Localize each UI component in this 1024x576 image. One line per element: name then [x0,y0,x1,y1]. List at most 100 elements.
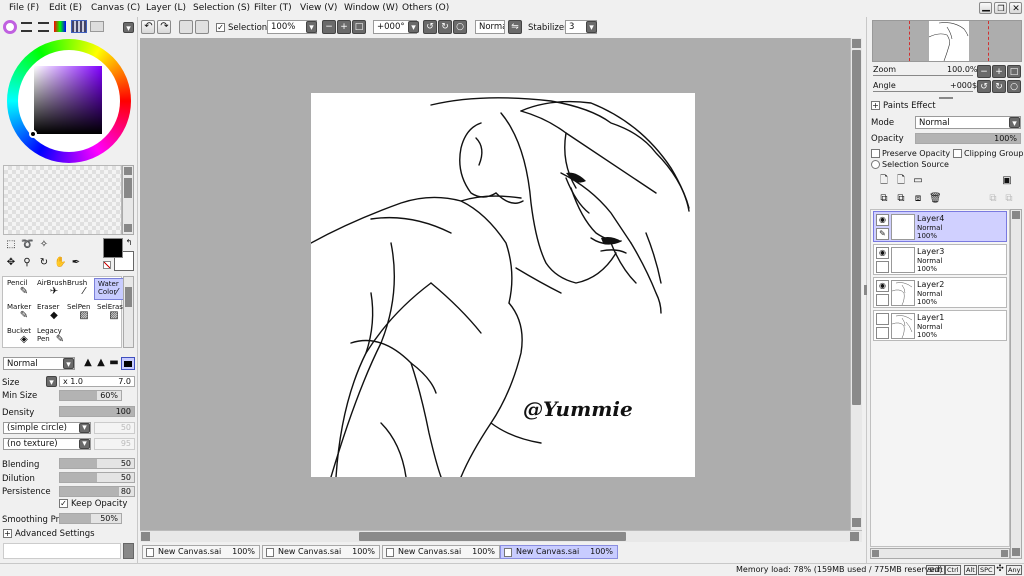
menu-filter[interactable]: Filter (T) [254,3,292,13]
menu-file[interactable]: File (F) [9,3,39,13]
layer-copy-icon[interactable]: ⧉ [895,193,907,205]
layer-opacity-slider[interactable]: 100% [915,133,1021,144]
primary-color-swatch[interactable] [103,238,123,258]
color-mixer-mode-icon[interactable] [54,21,66,32]
brush-shape-strength[interactable]: 50 [94,422,135,434]
flip-view-button[interactable]: ⇋ [508,20,522,34]
blending-slider[interactable]: 50 [59,458,135,469]
tool-grid-scrollbar[interactable] [123,276,134,348]
menu-canvas[interactable]: Canvas (C) [91,3,140,13]
layer-merge-down-icon[interactable]: ⧉ [878,193,890,205]
invert-selection-button[interactable] [195,20,209,34]
rect-select-icon[interactable]: ⬚ [5,239,17,251]
minimize-button[interactable]: ▁ [979,1,992,14]
canvas-hscroll-thumb[interactable] [359,532,626,541]
brush-texture-strength[interactable]: 95 [94,438,135,450]
swatches-mode-icon[interactable] [71,20,87,33]
navigator-rotate-reset-button[interactable]: ○ [1007,80,1021,93]
layer-scroll-up[interactable] [1012,211,1020,219]
edit-lock-pen-icon[interactable]: ✎ [876,228,889,240]
visibility-hidden-icon[interactable] [876,313,889,325]
layer-mode-dropdown[interactable]: ▾ [1009,117,1020,129]
panel-splitter[interactable] [939,97,953,99]
visibility-eye-icon[interactable]: ◉ [876,214,889,226]
navigator-zoom-slider[interactable] [873,75,973,79]
scratchpad-scroll-down[interactable] [124,224,132,232]
scratchpad-scroll-thumb[interactable] [124,178,132,198]
angle-dropdown[interactable]: ▾ [408,21,419,33]
layer-item[interactable]: ◉ Layer3 Normal 100% [873,244,1007,275]
layer-scroll-down[interactable] [1012,548,1020,556]
canvas-scroll-down[interactable] [852,518,861,527]
doc-tab[interactable]: New Canvas.sai 100% [262,545,380,559]
layer-hscroll-right[interactable] [1001,550,1008,557]
tool-water-color[interactable]: Water Color ⁄ [94,278,124,300]
layer-mode-field[interactable]: Normal [915,116,1021,129]
zoom-dropdown[interactable]: ▾ [306,21,317,33]
dilution-slider[interactable]: 50 [59,472,135,483]
rotate-right-button[interactable]: ↻ [438,20,452,34]
min-size-slider[interactable]: 60% [59,390,122,401]
color-scratchpad[interactable] [3,165,122,235]
redo-button[interactable]: ↷ [157,20,171,34]
view-blend-mode-field[interactable]: Normal [475,20,505,34]
size-slider[interactable]: x 1.0 7.0 [59,376,135,387]
magic-wand-icon[interactable]: ✧ [38,239,50,251]
eyedropper-icon[interactable]: ✒ [70,257,82,269]
menu-edit[interactable]: Edit (E) [49,3,82,13]
lasso-icon[interactable]: ➰ [21,239,33,251]
brush-shape-field[interactable]: (simple circle) [3,422,91,434]
zoom-tool-icon[interactable]: ⚲ [21,257,33,269]
advanced-settings-toggle[interactable]: + Advanced Settings [3,529,133,541]
brush-shape-options[interactable]: ▲ ▲ ▬ [80,356,136,371]
brush-size-presets[interactable] [3,543,121,559]
layer-list-scrollbar[interactable] [1010,209,1022,559]
tool-airbrush[interactable]: AirBrush ✈ [34,278,67,300]
layer-item[interactable]: ◉ Layer2 Normal 100% [873,277,1007,308]
selection-source-radio[interactable] [871,160,880,169]
rotate-tool-icon[interactable]: ↻ [38,257,50,269]
saturation-value-square[interactable] [34,66,102,134]
brush-size-presets-scrollbar[interactable] [123,543,134,559]
hand-tool-icon[interactable]: ✋ [54,257,66,269]
brush-shape-dropdown[interactable]: ▾ [79,423,90,433]
deselect-button[interactable] [179,20,193,34]
menu-view[interactable]: View (V) [300,3,337,13]
tool-seleras[interactable]: SelEras ▨ [94,302,124,324]
menu-others[interactable]: Others (O) [402,3,449,13]
size-dropdown[interactable]: ▾ [46,376,57,388]
edit-lock-empty-icon[interactable] [876,327,889,339]
navigator-rotate-right-button[interactable]: ↻ [992,80,1006,93]
tool-bucket[interactable]: Bucket ◈ [4,326,34,348]
shape-flat-icon[interactable] [121,357,135,370]
color-panel-menu-button[interactable]: ▾ [123,22,134,34]
rotate-reset-button[interactable]: ○ [453,20,467,34]
clipping-group-checkbox[interactable] [953,149,962,158]
doc-tab[interactable]: New Canvas.sai 100% [142,545,260,559]
tool-eraser[interactable]: Eraser ◆ [34,302,64,324]
menu-selection[interactable]: Selection (S) [193,3,250,13]
rgb-slider-mode-icon[interactable] [21,22,32,32]
layer-item[interactable]: Layer1 Normal 100% [873,310,1007,341]
density-slider[interactable]: 100 [59,406,135,417]
visibility-eye-icon[interactable]: ◉ [876,247,889,259]
transparent-color-swatch[interactable] [103,261,111,269]
layer-clear-icon[interactable]: ⧈ [912,193,924,205]
menu-layer[interactable]: Layer (L) [146,3,186,13]
navigator-zoom-reset-button[interactable]: □ [1007,65,1021,78]
tool-selpen[interactable]: SelPen ▨ [64,302,94,324]
zoom-out-button[interactable]: − [322,20,336,34]
new-folder-icon[interactable]: ▭ [912,175,924,187]
color-wheel-mode-icon[interactable] [3,20,17,34]
right-panel-splitter[interactable] [864,285,867,295]
new-layer-icon[interactable]: 🗋 [878,175,890,187]
menu-window[interactable]: Window (W) [344,3,398,13]
navigator-preview[interactable] [872,20,1022,62]
scratchpad-scrollbar[interactable] [122,165,134,235]
brush-texture-dropdown[interactable]: ▾ [79,439,90,449]
close-button[interactable]: ✕ [1009,2,1022,14]
canvas-scroll-right[interactable] [850,532,859,541]
move-icon[interactable]: ✥ [5,257,17,269]
rotate-left-button[interactable]: ↺ [423,20,437,34]
navigator-rotate-left-button[interactable]: ↺ [977,80,991,93]
